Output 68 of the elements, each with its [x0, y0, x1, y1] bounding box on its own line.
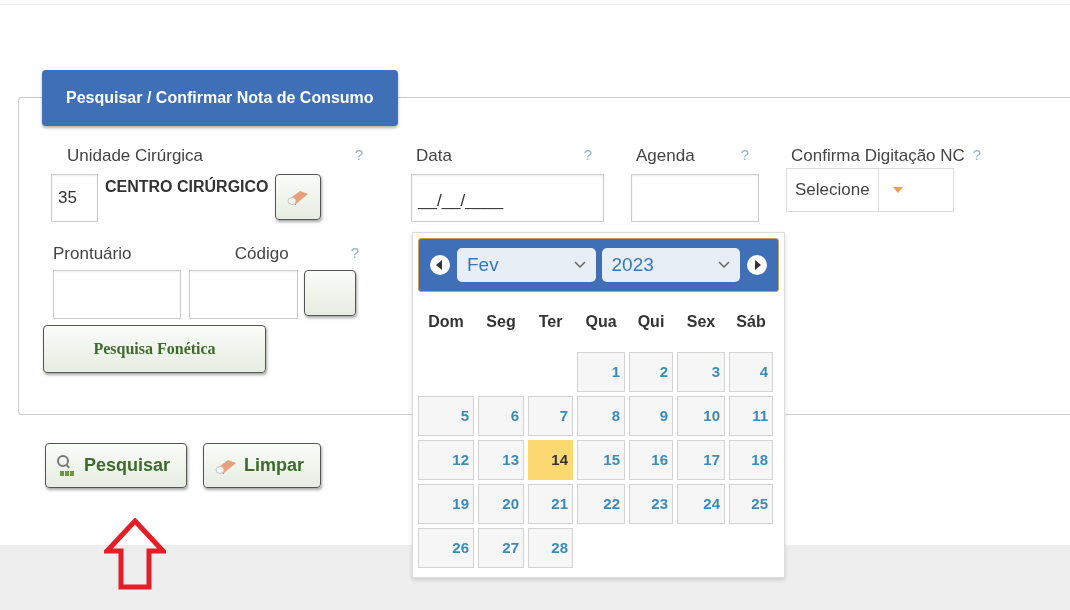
next-icon[interactable] [746, 254, 768, 276]
help-link[interactable]: ? [972, 146, 982, 163]
day-cell[interactable]: 2 [629, 352, 673, 392]
day-cell[interactable]: 25 [729, 484, 773, 524]
lookup-button[interactable] [304, 270, 356, 316]
up-arrow-icon [104, 518, 166, 590]
day-cell[interactable]: 17 [677, 440, 725, 480]
day-cell[interactable]: 11 [729, 396, 773, 436]
day-cell[interactable]: 15 [577, 440, 625, 480]
day-cell[interactable]: 13 [478, 440, 524, 480]
record-field[interactable] [53, 270, 181, 319]
field-label: Prontuário [53, 244, 132, 264]
field-label: Código [234, 244, 289, 264]
action-button[interactable]: Limpar [203, 443, 322, 488]
weekday-label: Dom [427, 312, 465, 332]
weekday-label: Sáb [735, 312, 767, 332]
day-cell[interactable]: 18 [729, 440, 773, 480]
day-cell[interactable]: 28 [528, 528, 573, 568]
help-link[interactable]: ? [583, 146, 592, 163]
day-cell[interactable]: 8 [577, 396, 625, 436]
action-button[interactable]: Pesquisar [45, 443, 188, 488]
previous-icon[interactable] [429, 254, 451, 276]
field-label: Confirma Digitação NC [791, 146, 965, 166]
day-cell[interactable]: 1 [577, 352, 625, 392]
day-cell[interactable]: 16 [629, 440, 673, 480]
field-label: Data [416, 146, 452, 166]
day-cell[interactable]: 22 [577, 484, 625, 524]
date-field[interactable]: __/__/____ [411, 174, 604, 222]
day-cell[interactable]: 26 [418, 528, 474, 568]
day-cell[interactable]: 24 [677, 484, 725, 524]
day-cell[interactable]: 7 [528, 396, 573, 436]
dropdown-icon [892, 187, 903, 193]
help-link[interactable]: ? [354, 146, 363, 163]
day-cell[interactable]: 23 [629, 484, 673, 524]
eraser-icon [285, 188, 310, 206]
clear-unit-button[interactable] [274, 174, 321, 220]
weekday-label: Qui [636, 312, 666, 332]
chevron-down-icon [573, 261, 586, 269]
weekday-label: Seg [485, 312, 517, 332]
year-select[interactable]: 2023 [601, 248, 740, 282]
unit-name: CENTRO CIRÚRGICO [105, 176, 269, 196]
unit-code-field[interactable]: 35 [51, 174, 98, 222]
agenda-field[interactable] [631, 174, 759, 222]
day-cell[interactable]: 5 [418, 396, 474, 436]
code-field[interactable] [189, 270, 298, 319]
day-cell[interactable]: 20 [478, 484, 524, 524]
day-cell[interactable]: 9 [629, 396, 673, 436]
month-select[interactable]: Fev [457, 248, 596, 282]
day-cell[interactable]: 19 [418, 484, 474, 524]
help-link[interactable]: ? [740, 146, 749, 163]
weekday-label: Ter [537, 312, 564, 332]
chevron-down-icon [718, 261, 730, 269]
field-label: Unidade Cirúrgica [67, 146, 204, 166]
weekday-label: Qua [584, 312, 618, 332]
day-cell[interactable]: 21 [528, 484, 573, 524]
day-cell[interactable]: 6 [478, 396, 524, 436]
day-cell[interactable]: 3 [677, 352, 725, 392]
day-cell[interactable]: 12 [418, 440, 474, 480]
help-link[interactable]: ? [350, 244, 359, 261]
phonetic-search-button[interactable]: Pesquisa Fonética [43, 325, 266, 373]
confirm-select[interactable]: Selecione [786, 168, 954, 212]
field-label: Agenda [636, 146, 695, 166]
panel-title: Pesquisar / Confirmar Nota de Consumo [42, 70, 398, 126]
day-cell[interactable]: 27 [478, 528, 524, 568]
day-cell[interactable]: 10 [677, 396, 725, 436]
day-cell[interactable]: 14 [528, 440, 573, 480]
weekday-label: Sex [685, 312, 717, 332]
day-cell[interactable]: 4 [729, 352, 773, 392]
